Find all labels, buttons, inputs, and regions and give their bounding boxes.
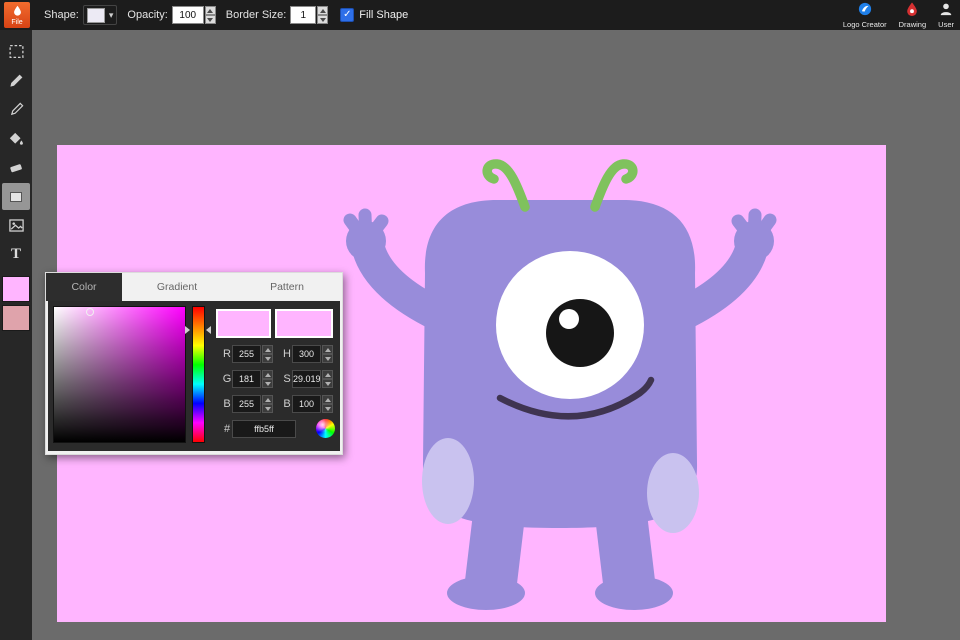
green-label: G <box>222 373 232 385</box>
hue-marker-right-icon <box>206 326 211 334</box>
hue-down-button[interactable] <box>322 354 333 363</box>
red-input[interactable] <box>232 345 261 363</box>
opacity-label: Opacity: <box>127 9 168 21</box>
hex-prefix-label: # <box>223 423 231 435</box>
green-stepper <box>262 370 273 388</box>
current-color-swatch <box>216 309 271 338</box>
chevron-down-icon <box>109 10 114 21</box>
hue-up-button[interactable] <box>322 345 333 354</box>
red-up-button[interactable] <box>262 345 273 354</box>
shape-rectangle-icon <box>10 191 22 202</box>
shape-tool[interactable] <box>2 183 30 210</box>
brightness-stepper <box>322 395 333 413</box>
tab-gradient[interactable]: Gradient <box>122 273 232 301</box>
saturation-up-button[interactable] <box>322 370 333 379</box>
border-size-stepper <box>317 6 329 24</box>
paint-drop-icon <box>12 4 23 19</box>
color-picker-tabs: Color Gradient Pattern <box>46 273 342 301</box>
drawing-button[interactable]: Drawing <box>898 1 927 29</box>
hue-label: H <box>283 348 291 360</box>
fill-shape-toggle[interactable]: Fill Shape <box>340 8 408 22</box>
saturation-label: S <box>283 373 291 385</box>
logo-creator-label: Logo Creator <box>842 19 887 29</box>
text-tool[interactable]: T <box>2 241 30 268</box>
shape-swatch <box>86 7 105 23</box>
opacity-down-button[interactable] <box>204 15 216 24</box>
saturation-input[interactable] <box>292 370 321 388</box>
hue-slider[interactable] <box>192 306 205 443</box>
drawing-label: Drawing <box>898 19 927 29</box>
eraser-icon <box>10 163 22 172</box>
fill-bucket-icon <box>9 132 23 145</box>
green-down-button[interactable] <box>262 379 273 388</box>
previous-color-swatch <box>275 309 333 338</box>
blue-down-button[interactable] <box>262 404 273 413</box>
logo-creator-button[interactable]: Logo Creator <box>843 2 887 29</box>
top-toolbar: File Shape: Opacity: Border Size: Fill <box>0 0 960 30</box>
fill-bucket-tool[interactable] <box>2 125 30 152</box>
secondary-color-swatch[interactable] <box>2 305 30 331</box>
brightness-up-button[interactable] <box>322 395 333 404</box>
blue-label: B <box>223 398 231 410</box>
drawing-icon <box>905 1 919 19</box>
photo-editor-app: File Shape: Opacity: Border Size: Fill <box>0 0 960 640</box>
pencil-tool[interactable] <box>2 67 30 94</box>
brightness-label: B <box>283 398 291 410</box>
blue-input[interactable] <box>232 395 261 413</box>
color-picker-panel: Color Gradient Pattern R 255 H 300 G 181… <box>45 272 343 455</box>
tab-color[interactable]: Color <box>46 273 122 301</box>
logo-creator-icon <box>858 2 872 19</box>
red-label: R <box>223 348 231 360</box>
image-icon <box>8 219 24 232</box>
red-stepper <box>262 345 273 363</box>
primary-color-swatch[interactable] <box>2 276 30 302</box>
file-button[interactable]: File <box>4 2 30 28</box>
hex-input[interactable] <box>232 420 296 438</box>
opacity-stepper <box>204 6 216 24</box>
fill-shape-checkbox[interactable] <box>340 8 355 22</box>
border-size-label: Border Size: <box>225 9 287 21</box>
saturation-down-button[interactable] <box>322 379 333 388</box>
marquee-icon <box>8 45 24 58</box>
tools-sidebar: T <box>0 30 32 640</box>
border-size-input[interactable] <box>290 6 317 24</box>
workspace: Color Gradient Pattern R 255 H 300 G 181… <box>32 30 960 640</box>
shape-label: Shape: <box>44 9 79 21</box>
red-down-button[interactable] <box>262 354 273 363</box>
pencil-icon <box>10 74 23 87</box>
tab-pattern[interactable]: Pattern <box>232 273 342 301</box>
color-wheel-icon[interactable] <box>316 419 335 438</box>
brightness-input[interactable] <box>292 395 321 413</box>
hue-stepper <box>322 345 333 363</box>
pen-icon <box>10 102 23 116</box>
opacity-up-button[interactable] <box>204 6 216 15</box>
hue-marker-left-icon <box>185 326 190 334</box>
border-size-down-button[interactable] <box>317 15 329 24</box>
opacity-input[interactable] <box>171 6 204 24</box>
green-up-button[interactable] <box>262 370 273 379</box>
fill-shape-label: Fill Shape <box>359 9 409 21</box>
green-input[interactable] <box>232 370 261 388</box>
user-label: User <box>938 19 954 29</box>
image-tool[interactable] <box>2 212 30 239</box>
marquee-select-tool[interactable] <box>2 38 30 65</box>
blue-up-button[interactable] <box>262 395 273 404</box>
pen-tool[interactable] <box>2 96 30 123</box>
color-picker-body: R H G <box>48 301 340 451</box>
border-size-up-button[interactable] <box>317 6 329 15</box>
file-button-label: File <box>11 19 23 26</box>
hue-input[interactable] <box>292 345 321 363</box>
shape-dropdown[interactable] <box>82 5 118 25</box>
eraser-tool[interactable] <box>2 154 30 181</box>
saturation-stepper <box>322 370 333 388</box>
saturation-square[interactable] <box>53 306 186 443</box>
user-icon <box>939 2 953 19</box>
saturation-cursor[interactable] <box>86 308 94 316</box>
brightness-down-button[interactable] <box>322 404 333 413</box>
blue-stepper <box>262 395 273 413</box>
topbar-app-switcher: Logo Creator Drawing User <box>843 0 954 30</box>
user-button[interactable]: User <box>938 2 954 29</box>
text-tool-glyph: T <box>10 246 21 262</box>
